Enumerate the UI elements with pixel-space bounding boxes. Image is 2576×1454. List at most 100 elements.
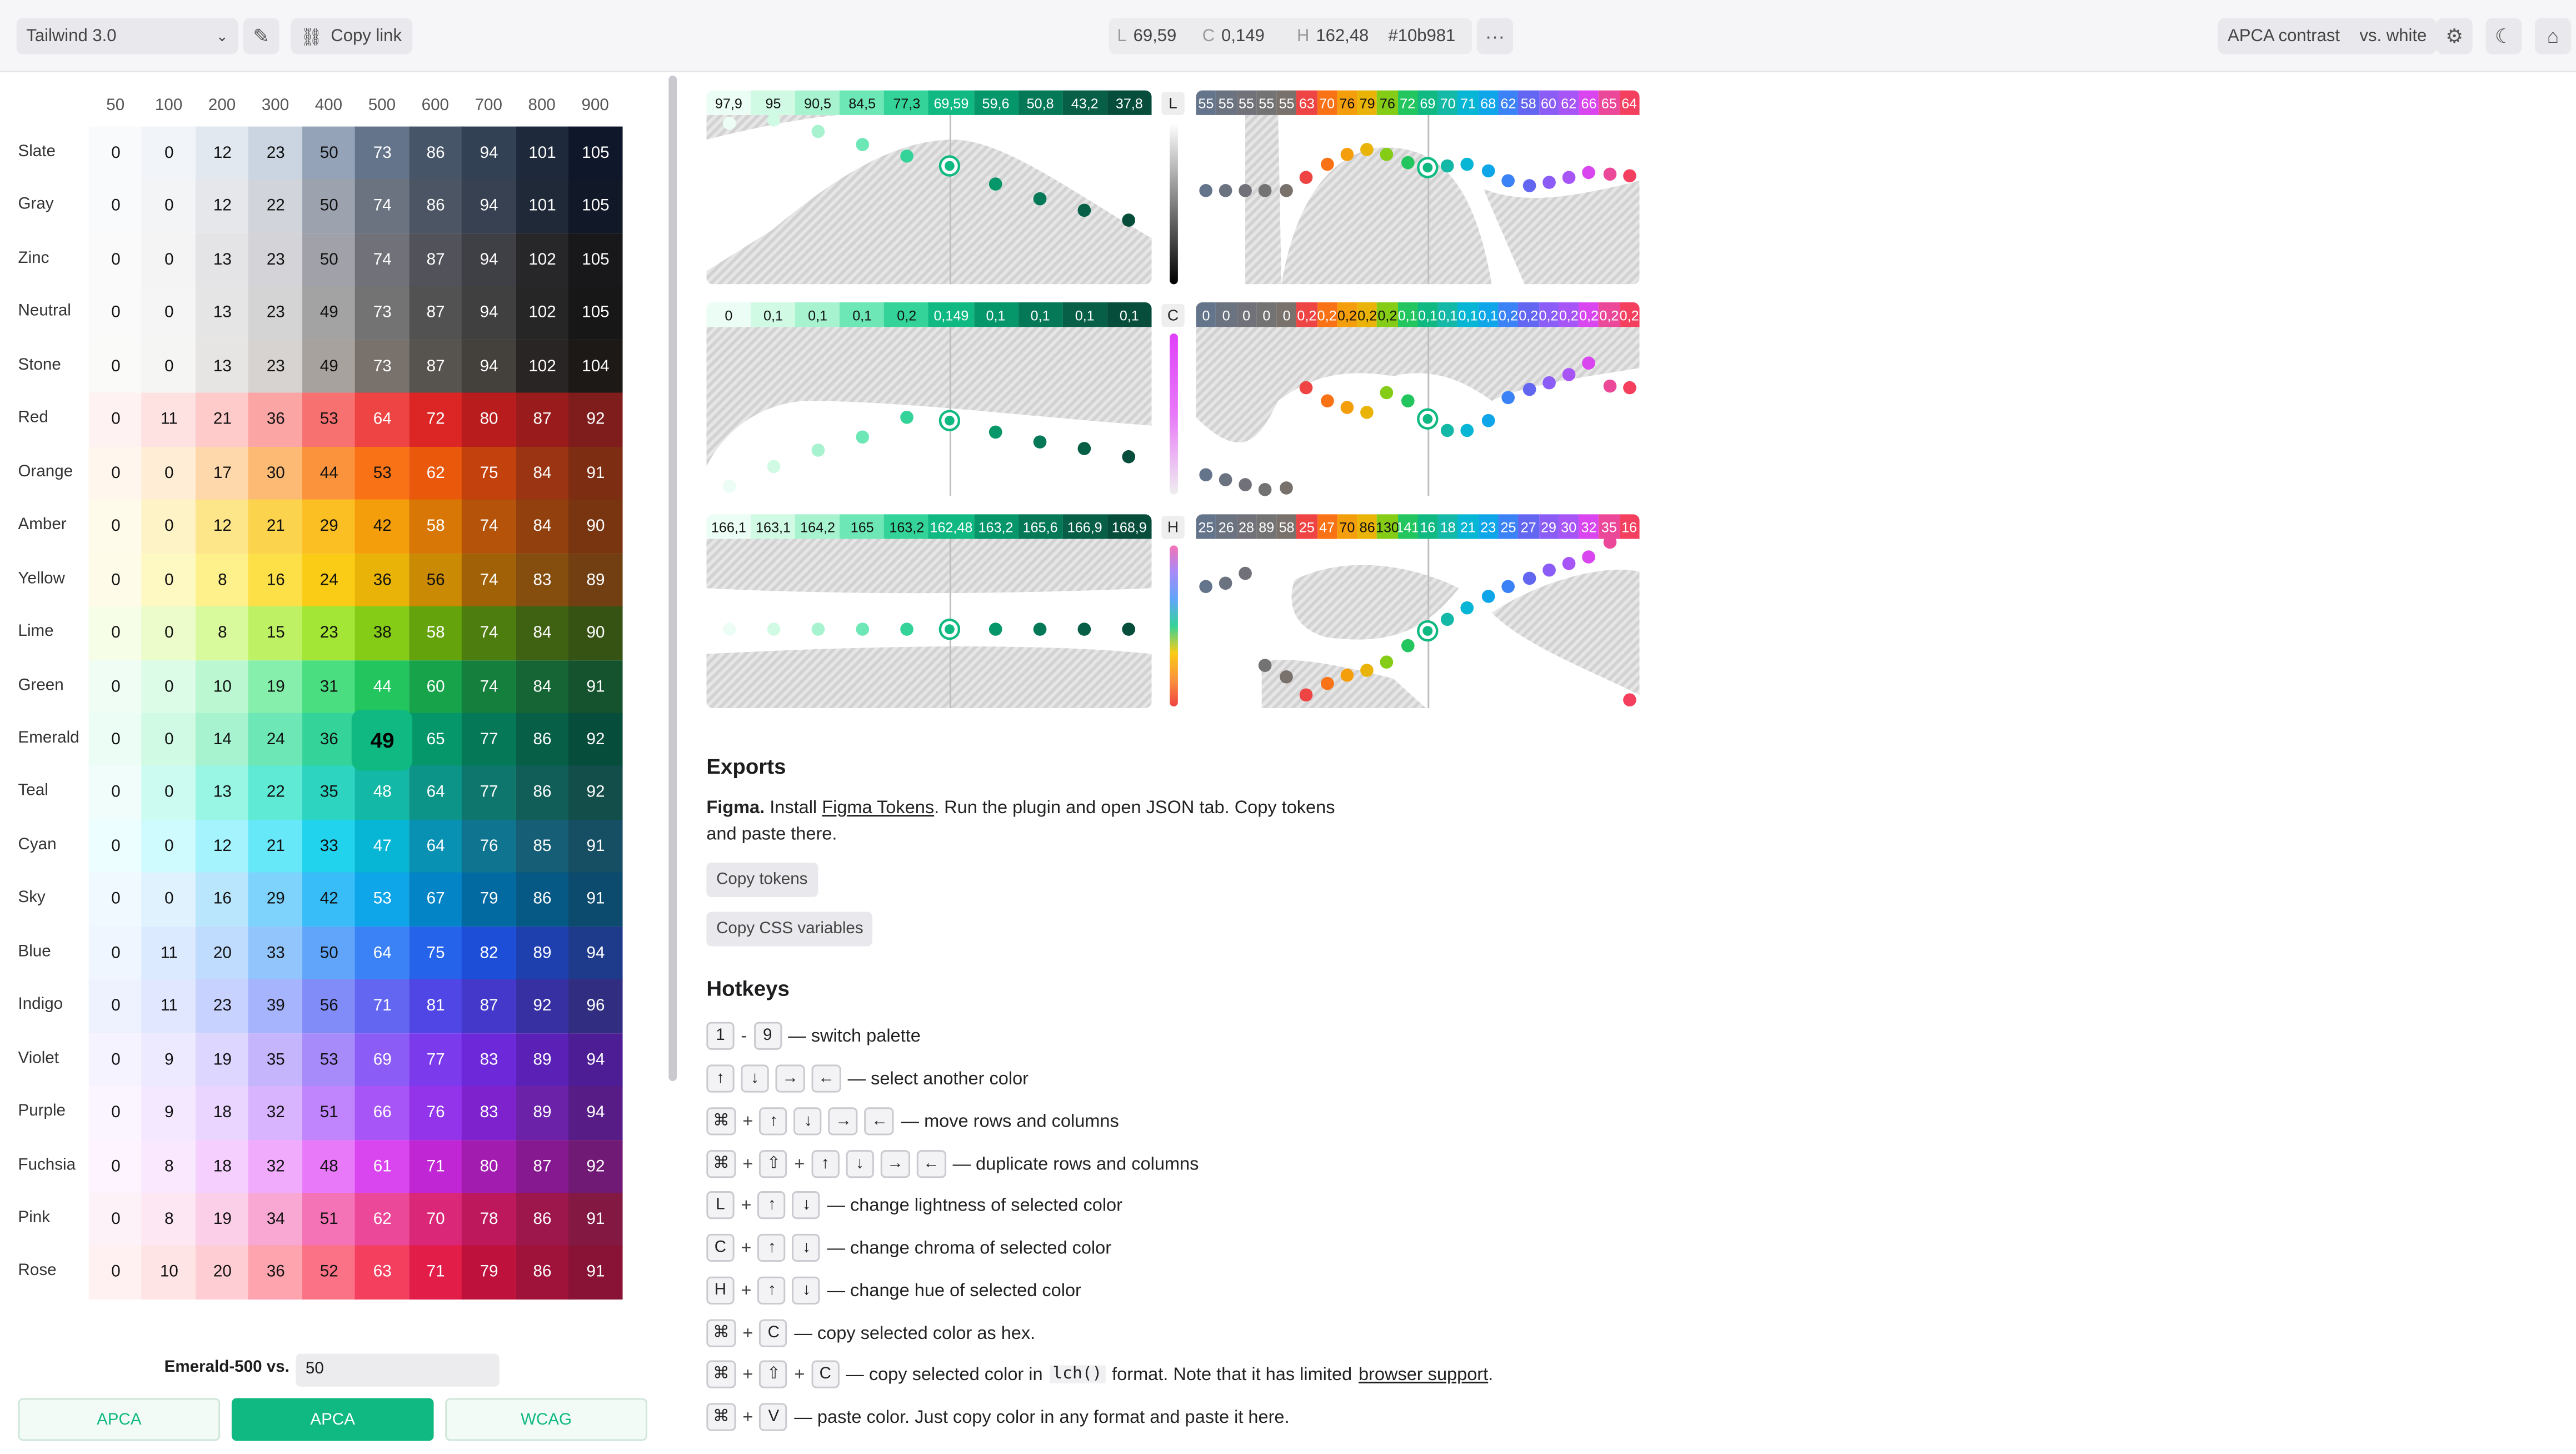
swatch-cell[interactable]: 8: [195, 606, 250, 661]
chart-point[interactable]: [722, 623, 736, 636]
swatch-cell[interactable]: 92: [568, 1139, 623, 1194]
chart-point[interactable]: [941, 621, 958, 638]
strip-value[interactable]: 29: [1538, 514, 1559, 539]
swatch-cell[interactable]: 71: [355, 979, 410, 1034]
strip-value[interactable]: 64: [1619, 90, 1640, 115]
swatch-cell[interactable]: 23: [248, 233, 303, 288]
figma-tokens-link[interactable]: Figma Tokens: [822, 799, 934, 818]
swatch-cell[interactable]: 19: [248, 659, 303, 714]
swatch-cell[interactable]: 72: [408, 393, 463, 447]
chart-point[interactable]: [1380, 386, 1394, 400]
row-label[interactable]: Pink: [18, 1209, 51, 1228]
chart-point[interactable]: [1501, 391, 1515, 405]
row-label[interactable]: Sky: [18, 889, 46, 908]
swatch-cell[interactable]: 36: [248, 1246, 303, 1301]
c-chart-selected-column[interactable]: 0 0 0 0 0 0,2 0,2 0,2 0,2 0,2 0,1 0,1 0,1 0,1 0,1 0,2 0,…: [1196, 302, 1640, 496]
swatch-cell[interactable]: 105: [568, 180, 623, 235]
strip-value[interactable]: 0,1: [795, 302, 840, 327]
swatch-cell[interactable]: 89: [515, 926, 570, 981]
strip-value[interactable]: 76: [1337, 90, 1357, 115]
strip-value[interactable]: 0,1: [1478, 302, 1499, 327]
swatch-cell[interactable]: 12: [195, 180, 250, 235]
copy-css-variables-button[interactable]: Copy CSS variables: [706, 912, 873, 947]
strip-value[interactable]: 89: [1256, 514, 1277, 539]
swatch-cell[interactable]: 73: [355, 340, 410, 394]
chart-point[interactable]: [1562, 171, 1576, 185]
swatch-cell[interactable]: 21: [248, 500, 303, 554]
strip-value[interactable]: 79: [1357, 90, 1377, 115]
strip-value[interactable]: 0,1: [1417, 302, 1438, 327]
swatch-cell[interactable]: 91: [568, 1246, 623, 1301]
swatch-cell[interactable]: 51: [302, 1086, 357, 1141]
chart-point[interactable]: [1340, 401, 1354, 414]
swatch-cell[interactable]: 96: [568, 979, 623, 1034]
swatch-cell[interactable]: 35: [302, 766, 357, 821]
swatch-cell[interactable]: 0: [142, 552, 197, 608]
strip-value[interactable]: 37,8: [1107, 90, 1152, 115]
strip-value[interactable]: 55: [1276, 90, 1297, 115]
row-label[interactable]: Indigo: [18, 996, 63, 1014]
swatch-cell[interactable]: 0: [142, 766, 197, 821]
strip-value[interactable]: 58: [1276, 514, 1297, 539]
swatch-cell[interactable]: 30: [248, 446, 303, 501]
row-label[interactable]: Violet: [18, 1049, 59, 1068]
swatch-cell[interactable]: 92: [568, 393, 623, 447]
chart-point[interactable]: [1077, 203, 1091, 217]
strip-value[interactable]: 0,2: [1337, 302, 1357, 327]
swatch-cell[interactable]: 0: [142, 873, 197, 928]
swatch-cell[interactable]: 23: [248, 126, 303, 181]
swatch-cell[interactable]: 19: [195, 1033, 250, 1087]
row-label[interactable]: Lime: [18, 623, 54, 641]
strip-value[interactable]: 28: [1236, 514, 1257, 539]
chart-point[interactable]: [1501, 174, 1515, 187]
swatch-cell[interactable]: 10: [195, 659, 250, 714]
chart-point[interactable]: [1360, 664, 1374, 677]
chart-point[interactable]: [1401, 639, 1415, 653]
strip-value[interactable]: 70: [1316, 90, 1337, 115]
l-value[interactable]: 69,59: [1134, 26, 1196, 46]
swatch-cell[interactable]: 64: [355, 393, 410, 447]
swatch-cell[interactable]: 80: [462, 393, 516, 447]
chart-point[interactable]: [1542, 376, 1556, 390]
strip-value[interactable]: 0,2: [1579, 302, 1599, 327]
strip-value[interactable]: 77,3: [884, 90, 929, 115]
swatch-cell[interactable]: 8: [142, 1192, 197, 1247]
chart-point[interactable]: [1481, 414, 1495, 427]
row-label[interactable]: Yellow: [18, 569, 65, 587]
strip-value[interactable]: 0,1: [1107, 302, 1152, 327]
swatch-cell[interactable]: 94: [462, 180, 516, 235]
swatch-cell[interactable]: 13: [195, 340, 250, 394]
l-chart-selected-row[interactable]: 97,9 95 90,5 84,5 77,3 69,59 59,6 50,8 43,2 37,8: [706, 90, 1152, 285]
swatch-cell[interactable]: 94: [568, 1086, 623, 1141]
chart-point[interactable]: [1603, 535, 1617, 549]
tab-apca-1[interactable]: APCA: [18, 1398, 221, 1441]
row-label[interactable]: Neutral: [18, 303, 71, 321]
strip-value[interactable]: 27: [1518, 514, 1539, 539]
strip-value[interactable]: 163,1: [751, 514, 796, 539]
swatch-cell[interactable]: 86: [515, 1246, 570, 1301]
strip-value[interactable]: 0: [1256, 302, 1277, 327]
chart-point[interactable]: [1623, 169, 1636, 183]
chart-point[interactable]: [1582, 550, 1595, 564]
swatch-cell[interactable]: 89: [568, 552, 623, 608]
strip-value[interactable]: 55: [1196, 90, 1216, 115]
strip-value[interactable]: 0: [1216, 302, 1236, 327]
swatch-cell[interactable]: 15: [248, 606, 303, 661]
swatch-cell[interactable]: 91: [568, 1192, 623, 1247]
strip-value[interactable]: 0: [1276, 302, 1297, 327]
contrast-mode-select[interactable]: APCA contrast vs. white: [2218, 18, 2437, 54]
swatch-cell[interactable]: 75: [462, 446, 516, 501]
chart-point[interactable]: [1360, 143, 1374, 156]
swatch-cell[interactable]: 0: [88, 1033, 143, 1087]
swatch-cell[interactable]: 83: [462, 1033, 516, 1087]
strip-value[interactable]: 141: [1397, 514, 1418, 539]
swatch-cell[interactable]: 21: [248, 819, 303, 874]
row-label[interactable]: Red: [18, 410, 48, 428]
swatch-cell[interactable]: 80: [462, 1139, 516, 1194]
strip-value[interactable]: 162,48: [928, 514, 974, 539]
strip-value[interactable]: 166,1: [706, 514, 751, 539]
swatch-cell[interactable]: 12: [195, 500, 250, 554]
swatch-cell[interactable]: 33: [248, 926, 303, 981]
swatch-cell[interactable]: 61: [355, 1139, 410, 1194]
swatch-cell[interactable]: 12: [195, 126, 250, 181]
